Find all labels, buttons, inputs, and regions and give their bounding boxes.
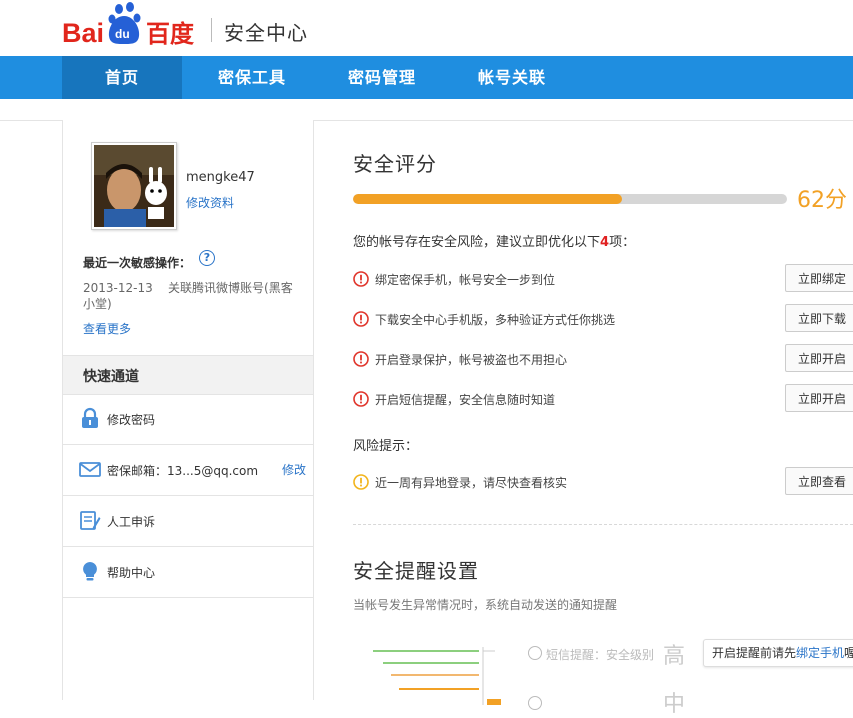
quick-item-label: 修改密码: [107, 413, 156, 427]
risk-tip-row-remote-login: 近一周有异地登录，请尽快查看核实 立即查看: [353, 467, 853, 497]
svg-text:百度: 百度: [146, 20, 195, 48]
edit-profile-link[interactable]: 修改资料: [186, 194, 234, 211]
quick-item-label: 帮助中心: [107, 566, 156, 580]
risk-count: 4: [600, 235, 610, 250]
avatar[interactable]: [91, 142, 177, 230]
last-op-date: 2013-12-13: [83, 281, 153, 295]
header: Bai du 百度 安全中心: [0, 0, 853, 56]
sms-high-radio[interactable]: [528, 646, 542, 660]
enable-sms-alert-button[interactable]: 立即开启: [785, 384, 853, 412]
sms-alert-label: 短信提醒：安全级别: [546, 648, 655, 662]
nav-item-home[interactable]: 首页: [62, 56, 182, 99]
tooltip-text: 开启提醒前请先: [712, 646, 797, 660]
task-text: 绑定密保手机，帐号安全一步到位: [375, 273, 556, 287]
quick-access-title: 快速通道: [83, 369, 139, 385]
view-now-button[interactable]: 立即查看: [785, 467, 853, 495]
sidebar: mengke47 修改资料 最近一次敏感操作： ? 2013-12-13 关联腾…: [62, 120, 314, 700]
risk-summary: 您的帐号存在安全风险，建议立即优化以下4项：: [353, 231, 635, 250]
quick-item-label: 密保邮箱：13...5@qq.com: [107, 464, 259, 478]
sms-mid-radio[interactable]: [528, 696, 542, 710]
security-score-title: 安全评分: [353, 152, 437, 176]
level-high-label: 高: [663, 644, 686, 669]
reminder-settings-subtitle: 当帐号发生异常情况时，系统自动发送的通知提醒: [353, 598, 618, 612]
help-icon[interactable]: ?: [199, 250, 215, 266]
username: mengke47: [186, 170, 255, 185]
svg-text:Bai: Bai: [62, 18, 104, 48]
quick-item-manual-appeal[interactable]: 人工申诉: [63, 496, 313, 547]
main-nav: 首页 密保工具 密码管理 帐号关联: [0, 56, 853, 99]
lightbulb-icon: [83, 562, 97, 581]
risk-tips-title: 风险提示：: [353, 439, 419, 454]
bind-phone-tooltip: 开启提醒前请先绑定手机喔: [703, 639, 853, 667]
mail-icon: [79, 462, 101, 477]
section-divider: [353, 524, 853, 525]
lock-icon: [82, 407, 98, 428]
baidu-logo[interactable]: Bai du 百度: [62, 2, 202, 52]
logo-divider: [211, 18, 212, 42]
bind-phone-button[interactable]: 立即绑定: [785, 264, 853, 292]
task-row-sms-alert: 开启短信提醒，安全信息随时知道 立即开启: [353, 384, 853, 414]
view-more-link[interactable]: 查看更多: [83, 320, 131, 337]
bind-phone-link[interactable]: 绑定手机: [796, 646, 844, 660]
quick-item-label: 人工申诉: [107, 515, 156, 529]
warning-icon: [353, 391, 369, 407]
tooltip-suffix: 喔: [844, 646, 853, 660]
task-text: 开启短信提醒，安全信息随时知道: [375, 393, 556, 407]
quick-item-security-email: 密保邮箱：13...5@qq.com 修改: [63, 445, 313, 496]
caution-icon: [353, 474, 369, 490]
main-content: 安全评分 62分 您的帐号存在安全风险，建议立即优化以下4项： 绑定密保手机，帐…: [313, 120, 853, 717]
enable-login-protection-button[interactable]: 立即开启: [785, 344, 853, 372]
security-score-bar: [353, 194, 787, 204]
task-text: 开启登录保护，帐号被盗也不用担心: [375, 353, 568, 367]
warning-icon: [353, 351, 369, 367]
task-row-bind-phone: 绑定密保手机，帐号安全一步到位 立即绑定: [353, 264, 853, 294]
task-text: 下载安全中心手机版，多种验证方式任你挑选: [375, 313, 616, 327]
risk-summary-text: 您的帐号存在安全风险，建议立即优化以下: [353, 235, 601, 250]
last-sensitive-op-title: 最近一次敏感操作：: [83, 256, 192, 270]
warning-icon: [353, 311, 369, 327]
quick-access-header: 快速通道: [63, 355, 313, 395]
svg-text:du: du: [115, 27, 130, 41]
security-score-bar-fill: [353, 194, 623, 204]
edit-email-link[interactable]: 修改: [282, 461, 306, 478]
task-row-download-app: 下载安全中心手机版，多种验证方式任你挑选 立即下载: [353, 304, 853, 334]
appeal-icon: [80, 511, 101, 530]
risk-summary-suffix: 项：: [609, 235, 636, 250]
risk-tip-text: 近一周有异地登录，请尽快查看核实: [375, 476, 568, 490]
nav-item-account-linking[interactable]: 帐号关联: [452, 56, 572, 99]
nav-item-password-management[interactable]: 密码管理: [322, 56, 442, 99]
task-row-login-protection: 开启登录保护，帐号被盗也不用担心 立即开启: [353, 344, 853, 374]
security-score-value: 62分: [797, 188, 847, 213]
quick-item-change-password[interactable]: 修改密码: [63, 394, 313, 445]
download-app-button[interactable]: 立即下载: [785, 304, 853, 332]
security-level-graphic: [373, 647, 501, 705]
level-mid-label: 中: [663, 692, 686, 717]
warning-icon: [353, 271, 369, 287]
last-sensitive-op-text: 2013-12-13 关联腾讯微博账号(黑客小堂): [83, 280, 298, 312]
nav-item-security-tools[interactable]: 密保工具: [192, 56, 312, 99]
site-title: 安全中心: [224, 21, 308, 45]
quick-item-help-center[interactable]: 帮助中心: [63, 547, 313, 598]
reminder-settings-title: 安全提醒设置: [353, 559, 479, 583]
